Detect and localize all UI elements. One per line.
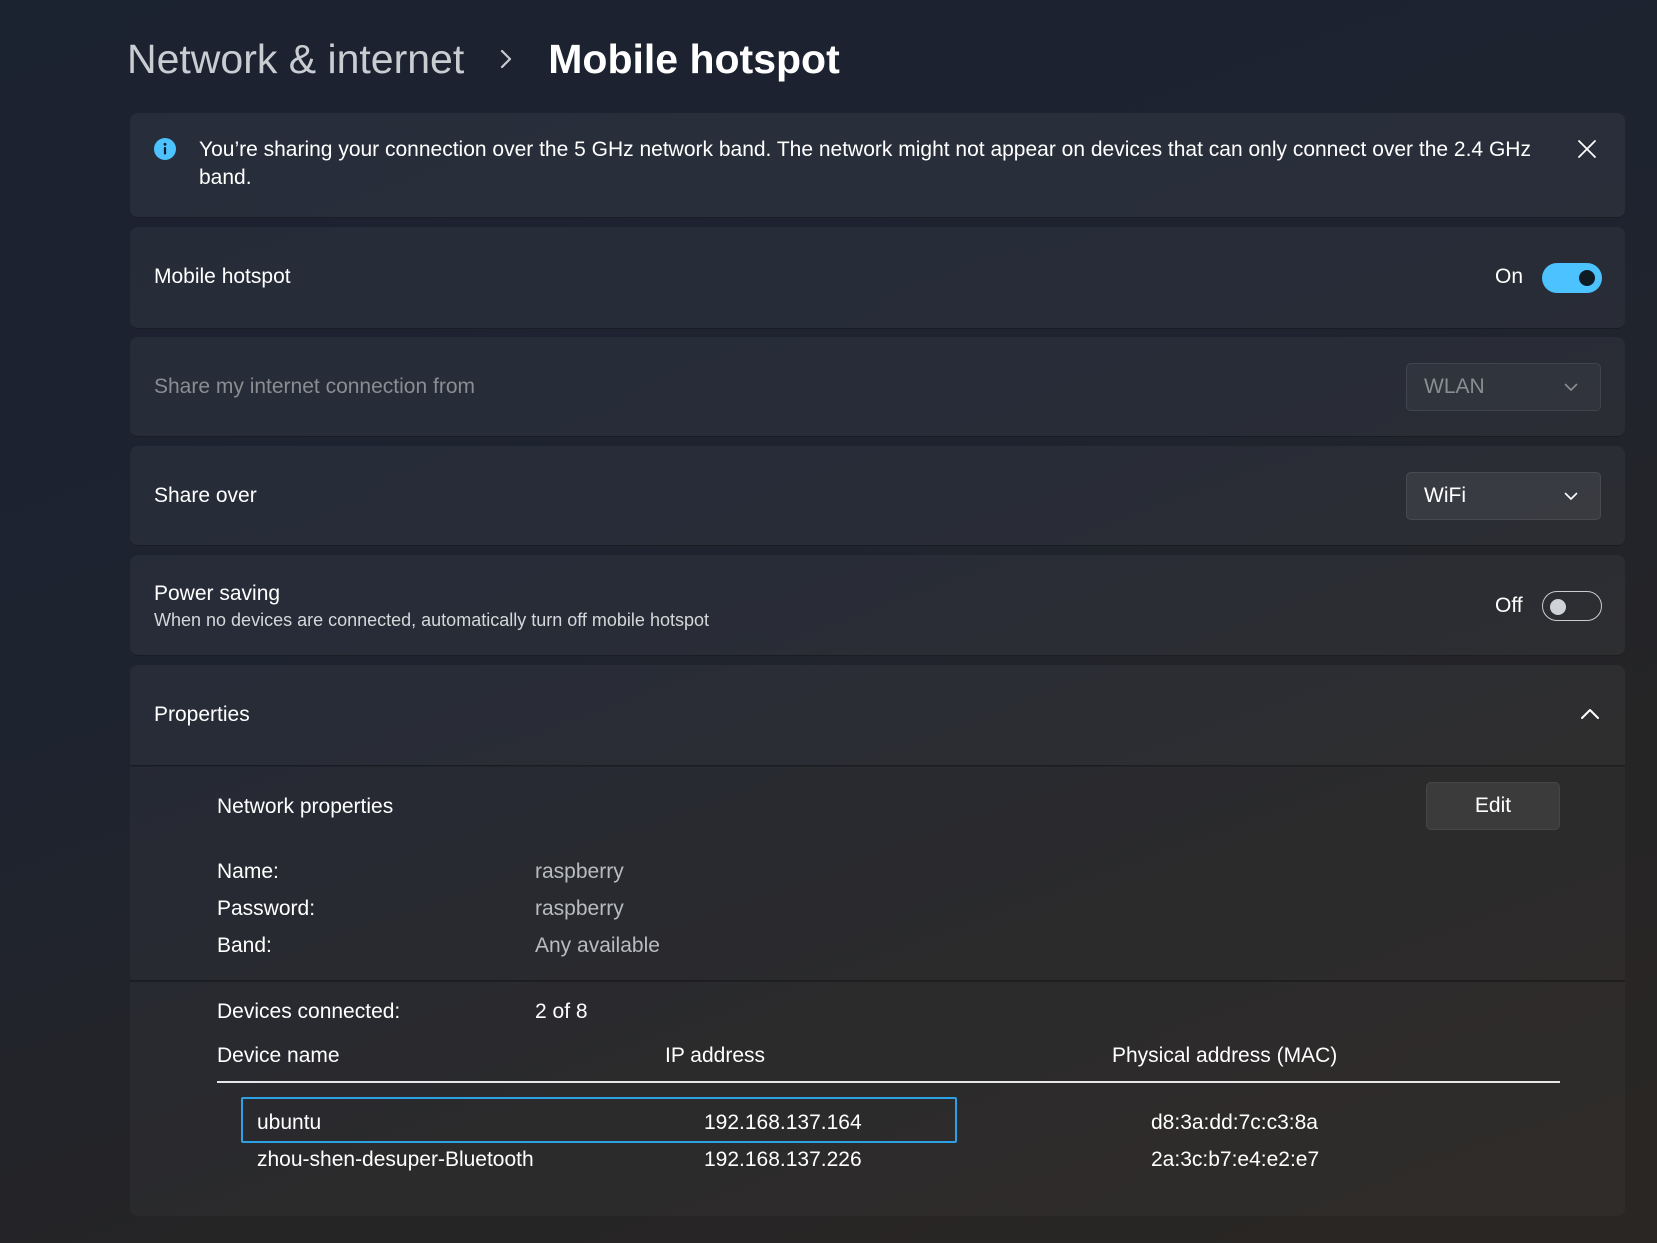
password-key: Password: xyxy=(217,897,316,920)
name-value: raspberry xyxy=(535,860,624,883)
toggle-knob xyxy=(1579,270,1595,286)
chevron-up-icon[interactable] xyxy=(1580,708,1600,720)
mobile-hotspot-label: Mobile hotspot xyxy=(154,265,291,288)
table-header-divider xyxy=(217,1081,1560,1083)
share-from-value: WLAN xyxy=(1424,375,1485,398)
section-divider xyxy=(130,980,1625,982)
share-over-dropdown[interactable]: WiFi xyxy=(1406,472,1601,520)
ip-address-cell: 192.168.137.164 xyxy=(704,1111,862,1134)
info-banner: You’re sharing your connection over the … xyxy=(130,113,1625,218)
band-key: Band: xyxy=(217,934,272,957)
column-header-device-name: Device name xyxy=(217,1044,340,1067)
share-over-row: Share over WiFi xyxy=(130,446,1625,546)
mobile-hotspot-state: On xyxy=(1495,265,1524,288)
mobile-hotspot-row: Mobile hotspot On xyxy=(130,227,1625,329)
power-saving-row: Power saving When no devices are connect… xyxy=(130,555,1625,656)
device-name-cell: ubuntu xyxy=(257,1111,322,1134)
mac-address-cell: 2a:3c:b7:e4:e2:e7 xyxy=(1151,1148,1320,1171)
name-key: Name: xyxy=(217,860,279,883)
column-header-mac: Physical address (MAC) xyxy=(1112,1044,1338,1067)
share-over-label: Share over xyxy=(154,484,257,507)
network-properties-label: Network properties xyxy=(217,795,394,818)
properties-header[interactable]: Properties xyxy=(130,665,1625,766)
devices-connected-key: Devices connected: xyxy=(217,1000,401,1023)
share-from-dropdown: WLAN xyxy=(1406,363,1601,411)
band-value: Any available xyxy=(535,934,660,957)
toggle-knob xyxy=(1550,599,1566,615)
mobile-hotspot-toggle[interactable] xyxy=(1542,263,1602,293)
info-icon xyxy=(154,138,176,160)
chevron-right-icon xyxy=(486,48,526,70)
page-title: Mobile hotspot xyxy=(548,36,840,82)
chevron-down-icon xyxy=(1564,492,1578,500)
power-saving-state: Off xyxy=(1495,594,1523,617)
power-saving-toggle[interactable] xyxy=(1542,591,1602,621)
device-name-cell: zhou-shen-desuper-Bluetooth xyxy=(257,1148,534,1171)
close-icon xyxy=(1578,140,1596,158)
edit-button[interactable]: Edit xyxy=(1426,782,1560,830)
password-value: raspberry xyxy=(535,897,624,920)
info-banner-text: You’re sharing your connection over the … xyxy=(199,138,1531,189)
breadcrumb-network-internet[interactable]: Network & internet xyxy=(127,30,464,88)
column-header-ip-address: IP address xyxy=(665,1044,766,1067)
mac-address-cell: d8:3a:dd:7c:c3:8a xyxy=(1151,1111,1318,1134)
share-from-row: Share my internet connection from WLAN xyxy=(130,337,1625,437)
properties-label: Properties xyxy=(154,703,250,726)
share-from-label: Share my internet connection from xyxy=(154,375,475,398)
power-saving-description: When no devices are connected, automatic… xyxy=(154,610,709,630)
close-banner-button[interactable] xyxy=(1569,131,1605,167)
ip-address-cell: 192.168.137.226 xyxy=(704,1148,862,1171)
power-saving-label: Power saving xyxy=(154,582,281,605)
chevron-down-icon xyxy=(1564,383,1578,391)
breadcrumb: Network & internet Mobile hotspot xyxy=(127,30,840,88)
share-over-value: WiFi xyxy=(1424,484,1466,507)
devices-connected-value: 2 of 8 xyxy=(535,1000,588,1023)
